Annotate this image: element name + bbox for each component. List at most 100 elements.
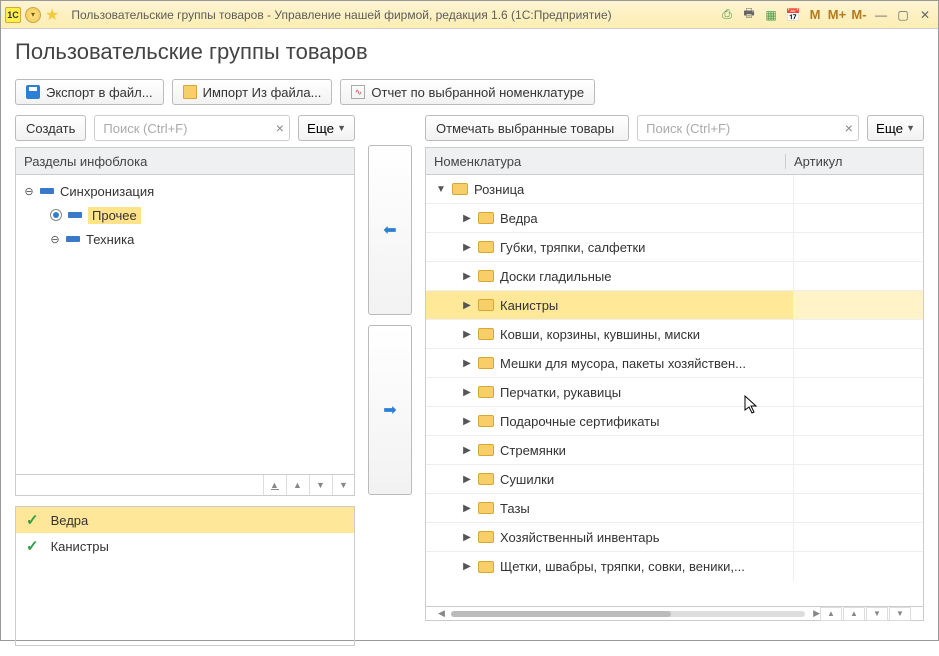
- nomenclature-tree[interactable]: ▼ Розница ▶ Ведра ▶Губки, тряпки, салфетки…: [425, 175, 924, 607]
- item-icon: [68, 212, 82, 218]
- expand-icon[interactable]: ▶: [462, 271, 472, 282]
- tree-root[interactable]: ⊖ Синхронизация: [16, 179, 354, 203]
- save-icon[interactable]: ⎙: [718, 6, 736, 24]
- tree-row[interactable]: ▶Подарочные сертификаты: [426, 407, 923, 436]
- folder-icon: [478, 212, 494, 224]
- expand-icon[interactable]: ▶: [462, 416, 472, 427]
- dropdown-icon[interactable]: ▾: [25, 7, 41, 23]
- check-icon: ✓: [26, 537, 39, 555]
- expand-icon[interactable]: ▶: [462, 532, 472, 543]
- expand-icon[interactable]: ▶: [462, 329, 472, 340]
- tree-row[interactable]: ▶Щетки, швабры, тряпки, совки, веники,..…: [426, 552, 923, 581]
- report-button[interactable]: ∿ Отчет по выбранной номенклатуре: [340, 79, 595, 105]
- window-title: Пользовательские группы товаров - Управл…: [71, 8, 611, 22]
- restore-button[interactable]: ▢: [894, 6, 912, 24]
- tree-row[interactable]: ▶Тазы: [426, 494, 923, 523]
- close-button[interactable]: ✕: [916, 6, 934, 24]
- sections-tree[interactable]: ⊖ Синхронизация Прочее ⊖ Техника: [15, 175, 355, 475]
- tree-row-label: Стремянки: [500, 443, 566, 458]
- folder-icon: [478, 473, 494, 485]
- print-icon[interactable]: 🖶: [740, 6, 758, 24]
- right-search-input[interactable]: [637, 115, 859, 141]
- tree-root-row[interactable]: ▼ Розница: [426, 175, 923, 204]
- report-icon: ∿: [351, 85, 365, 99]
- folder-icon: [478, 561, 494, 573]
- expand-icon[interactable]: ▶: [462, 561, 472, 572]
- folder-icon: [478, 415, 494, 427]
- folder-icon: [478, 270, 494, 282]
- export-button[interactable]: Экспорт в файл...: [15, 79, 164, 105]
- collapse-icon[interactable]: ⊖: [24, 185, 34, 198]
- check-icon: ✓: [26, 511, 39, 529]
- tree-label: Техника: [86, 232, 134, 247]
- m-plus-button[interactable]: M+: [828, 6, 846, 24]
- nav-down-icon[interactable]: ▼: [866, 607, 888, 621]
- nav-top-icon[interactable]: ▲: [820, 607, 842, 621]
- move-right-button[interactable]: ➡: [368, 325, 412, 495]
- nav-up-icon[interactable]: ▲: [286, 475, 308, 495]
- expand-icon[interactable]: ▶: [462, 213, 472, 224]
- clear-search-icon[interactable]: ×: [845, 120, 853, 136]
- tree-row[interactable]: ▶ Сушилки: [426, 465, 923, 494]
- clear-search-icon[interactable]: ×: [276, 120, 284, 136]
- nav-top-icon[interactable]: ▲: [263, 475, 285, 495]
- folder-icon: [478, 386, 494, 398]
- expand-icon[interactable]: ▶: [462, 445, 472, 456]
- titlebar-right: ⎙ 🖶 ▦ 📅 M M+ M- — ▢ ✕: [718, 6, 934, 24]
- nav-up-icon[interactable]: ▲: [843, 607, 865, 621]
- import-label: Импорт Из файла...: [203, 85, 322, 100]
- tree-row-label: Хозяйственный инвентарь: [500, 530, 660, 545]
- right-panel-header: Номенклатура Артикул: [425, 147, 924, 175]
- expand-icon[interactable]: ▶: [462, 474, 472, 485]
- tree-row[interactable]: ▶Губки, тряпки, салфетки: [426, 233, 923, 262]
- nav-down-icon[interactable]: ▼: [309, 475, 331, 495]
- move-left-button[interactable]: ⬅: [368, 145, 412, 315]
- tree-row[interactable]: ▶ Стремянки: [426, 436, 923, 465]
- tree-row[interactable]: ▶ Хозяйственный инвентарь: [426, 523, 923, 552]
- left-search-input[interactable]: [94, 115, 290, 141]
- minimize-button[interactable]: —: [872, 6, 890, 24]
- tree-row[interactable]: ▶Перчатки, рукавицы: [426, 378, 923, 407]
- star-icon[interactable]: ★: [45, 5, 59, 25]
- create-button[interactable]: Создать: [15, 115, 86, 141]
- folder-icon: [478, 444, 494, 456]
- nav-bottom-icon[interactable]: ▼: [332, 475, 354, 495]
- expand-icon[interactable]: ▶: [462, 358, 472, 369]
- selected-list[interactable]: ✓ Ведра ✓ Канистры: [15, 506, 355, 646]
- folder-icon: [478, 328, 494, 340]
- right-more-button[interactable]: Еще▼: [867, 115, 924, 141]
- expand-icon[interactable]: ▶: [462, 387, 472, 398]
- tree-row[interactable]: ▶Доски гладильные: [426, 262, 923, 291]
- expand-icon[interactable]: ▶: [462, 503, 472, 514]
- left-more-button[interactable]: Еще▼: [298, 115, 355, 141]
- horizontal-scrollbar[interactable]: ◀ ▶ ▲ ▲ ▼ ▼: [425, 607, 924, 621]
- mark-selected-button[interactable]: Отмечать выбранные товары: [425, 115, 629, 141]
- m-minus-button[interactable]: M-: [850, 6, 868, 24]
- tree-row[interactable]: ▶ Ведра: [426, 204, 923, 233]
- radio-selected-icon[interactable]: [50, 209, 62, 221]
- tree-root-label: Розница: [474, 182, 524, 197]
- primary-actions: Экспорт в файл... Импорт Из файла... ∿ О…: [15, 79, 924, 105]
- selected-item[interactable]: ✓ Ведра: [16, 507, 354, 533]
- calendar-icon[interactable]: 📅: [784, 6, 802, 24]
- titlebar-left: 1C ▾ ★ Пользовательские группы товаров -…: [5, 5, 612, 25]
- import-button[interactable]: Импорт Из файла...: [172, 79, 333, 105]
- expand-icon[interactable]: ▶: [462, 242, 472, 253]
- tree-row-label: Сушилки: [500, 472, 554, 487]
- tree-item[interactable]: ⊖ Техника: [16, 227, 354, 251]
- folder-icon: [478, 299, 494, 311]
- tree-row[interactable]: ▶Мешки для мусора, пакеты хозяйствен...: [426, 349, 923, 378]
- collapse-icon[interactable]: ⊖: [50, 233, 60, 246]
- nav-bottom-icon[interactable]: ▼: [889, 607, 911, 621]
- m-button[interactable]: M: [806, 6, 824, 24]
- grid-icon[interactable]: ▦: [762, 6, 780, 24]
- col-art-header: Артикул: [785, 154, 915, 169]
- expand-icon[interactable]: ▼: [436, 184, 446, 195]
- tree-item[interactable]: Прочее: [16, 203, 354, 227]
- tree-row-label: Ведра: [500, 211, 538, 226]
- selected-item[interactable]: ✓ Канистры: [16, 533, 354, 559]
- tree-row[interactable]: ▶Ковши, корзины, кувшины, миски: [426, 320, 923, 349]
- tree-row[interactable]: ▶Канистры: [426, 291, 923, 320]
- expand-icon[interactable]: ▶: [462, 300, 472, 311]
- app-icon: 1C: [5, 7, 21, 23]
